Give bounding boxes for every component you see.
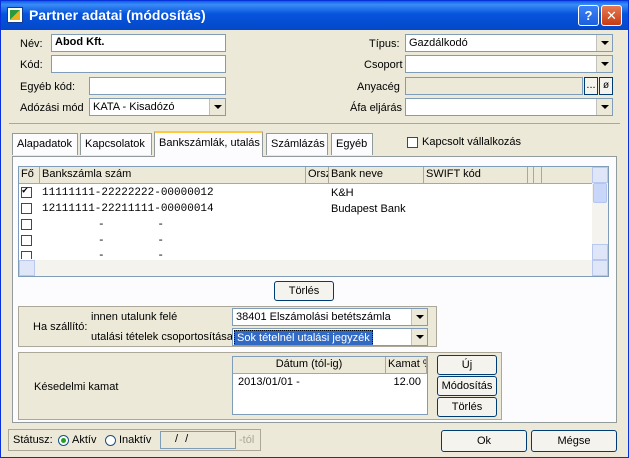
close-button[interactable]: ✕ [601, 5, 622, 26]
anyaceg-clear-button[interactable]: ø [599, 77, 613, 95]
fo-checkbox[interactable] [21, 251, 32, 259]
window-title: Partner adatai (módosítás) [29, 7, 206, 23]
col-header-orsz[interactable]: Orsz [306, 167, 329, 184]
fo-checkbox[interactable] [21, 185, 32, 198]
szamla-cell: - - [98, 250, 165, 259]
app-icon [7, 7, 23, 23]
table-row[interactable]: 12111111-22211111-00000014 Budapest Bank [19, 201, 592, 217]
kamat-modositas-button[interactable]: Módosítás [437, 376, 497, 396]
csoportositas-select[interactable]: Sok tételnél utalási jegyzék [232, 328, 428, 346]
table-row[interactable]: 11111111-22222222-00000012 K&H [19, 185, 592, 201]
nev-label: Név: [20, 38, 43, 50]
col-header-extra[interactable] [534, 167, 542, 184]
kapcsolt-label: Kapcsolt vállalkozás [422, 136, 522, 148]
ok-button[interactable]: Ok [441, 430, 527, 452]
tab-kapcsolatok[interactable]: Kapcsolatok [80, 133, 152, 155]
tol-label: -tól [239, 434, 255, 446]
col-header-swift[interactable]: SWIFT kód [424, 167, 528, 184]
aktiv-label: Aktív [72, 434, 97, 446]
scroll-left-icon[interactable] [19, 260, 35, 276]
grid-horizontal-scrollbar[interactable] [19, 260, 608, 276]
szamla-cell: 11111111-22222222-00000012 [42, 187, 214, 199]
afa-label: Áfa eljárás [350, 102, 402, 114]
scroll-thumb[interactable] [593, 183, 607, 203]
col-header-bank[interactable]: Bank neve [329, 167, 424, 184]
chevron-down-icon[interactable] [596, 56, 612, 72]
kamat-list[interactable]: Dátum (tól-ig) Kamat % 2013/01/01 - 12.0… [232, 356, 428, 415]
inaktiv-radio[interactable] [105, 435, 116, 446]
tab-szamlazas[interactable]: Számlázás [266, 133, 328, 155]
egyeb-kod-input[interactable] [89, 77, 226, 95]
chevron-down-icon[interactable] [596, 99, 612, 115]
chevron-down-icon[interactable] [411, 329, 427, 345]
partner-dialog: Partner adatai (módosítás) ? ✕ Név: Abod… [0, 0, 629, 458]
status-date-input[interactable]: / / [160, 431, 236, 449]
anyaceg-browse-button[interactable]: ... [584, 77, 598, 95]
csoportositas-label: utalási tételek csoportosítása [91, 331, 233, 343]
nev-input[interactable]: Abod Kft. [51, 34, 226, 52]
szallito-label: Ha szállító: [33, 321, 88, 333]
egyeb-kod-label: Egyéb kód: [20, 81, 76, 93]
scroll-down-icon[interactable] [592, 244, 608, 260]
innen-value: 38401 Elszámolási betétszámla [236, 311, 391, 323]
col-header-fo[interactable]: Fő [19, 167, 40, 184]
kesedelmi-label: Késedelmi kamat [34, 381, 119, 393]
afa-select[interactable] [405, 98, 613, 116]
kamat-datum: 2013/01/01 - [238, 376, 300, 388]
status-label: Státusz: [13, 434, 53, 446]
szamla-cell: - - [98, 219, 165, 231]
cancel-button[interactable]: Mégse [531, 430, 617, 452]
kod-input[interactable] [51, 55, 226, 73]
bank-cell: Budapest Bank [331, 203, 406, 215]
kamat-ertek: 12.00 [393, 376, 421, 388]
scroll-right-icon[interactable] [592, 260, 608, 276]
tipus-label: Típus: [369, 38, 400, 50]
bank-accounts-grid: Fő Bankszámla szám Orsz Bank neve SWIFT … [18, 166, 609, 277]
tipus-value: Gazdálkodó [409, 37, 468, 49]
aktiv-radio[interactable] [58, 435, 69, 446]
list-item[interactable]: 2013/01/01 - 12.00 [233, 375, 427, 389]
anyaceg-label: Anyacég [357, 81, 400, 93]
tab-alapadatok[interactable]: Alapadatok [12, 133, 78, 155]
szamla-cell: 12111111-22211111-00000014 [42, 203, 214, 215]
kamat-uj-button[interactable]: Új [437, 355, 497, 375]
inaktiv-label: Inaktív [119, 434, 152, 446]
chevron-down-icon[interactable] [411, 309, 427, 325]
tab-egyeb[interactable]: Egyéb [331, 133, 373, 155]
csoport-label: Csoport [364, 59, 403, 71]
col-header-extra[interactable] [542, 167, 594, 184]
innen-select[interactable]: 38401 Elszámolási betétszámla [232, 308, 428, 326]
col-header-datum[interactable]: Dátum (tól-ig) [233, 357, 386, 374]
chevron-down-icon[interactable] [209, 99, 225, 115]
csoportositas-value: Sok tételnél utalási jegyzék [234, 330, 373, 345]
fo-checkbox[interactable] [21, 235, 32, 246]
help-button[interactable]: ? [578, 5, 599, 26]
kapcsolt-checkbox[interactable] [407, 137, 418, 148]
innen-label: innen utalunk felé [91, 311, 178, 323]
adozasi-mod-select[interactable]: KATA - Kisadózó [89, 98, 226, 116]
adozasi-mod-label: Adózási mód [20, 102, 84, 114]
anyaceg-input[interactable] [405, 77, 583, 95]
scroll-up-icon[interactable] [592, 167, 608, 183]
kamat-torles-button[interactable]: Törlés [437, 397, 497, 417]
tipus-select[interactable]: Gazdálkodó [405, 34, 613, 52]
col-header-kamat[interactable]: Kamat % [386, 357, 427, 374]
kod-label: Kód: [20, 59, 43, 71]
adozasi-mod-value: KATA - Kisadózó [93, 101, 175, 113]
title-bar: Partner adatai (módosítás) ? ✕ [1, 1, 628, 30]
chevron-down-icon[interactable] [596, 35, 612, 51]
table-row[interactable]: - - [19, 217, 592, 233]
bank-cell: K&H [331, 187, 354, 199]
grid-vertical-scrollbar[interactable] [592, 167, 608, 260]
csoport-select[interactable] [405, 55, 613, 73]
table-row[interactable]: - - [19, 233, 592, 249]
grid-torles-button[interactable]: Törlés [274, 281, 334, 301]
fo-checkbox[interactable] [21, 219, 32, 230]
szamla-cell: - - [98, 235, 165, 247]
fo-checkbox[interactable] [21, 203, 32, 214]
col-header-szamla[interactable]: Bankszámla szám [40, 167, 306, 184]
separator [9, 123, 620, 124]
table-row[interactable]: - - [19, 249, 592, 259]
tab-bankszamlak[interactable]: Bankszámlák, utalás [154, 131, 263, 157]
